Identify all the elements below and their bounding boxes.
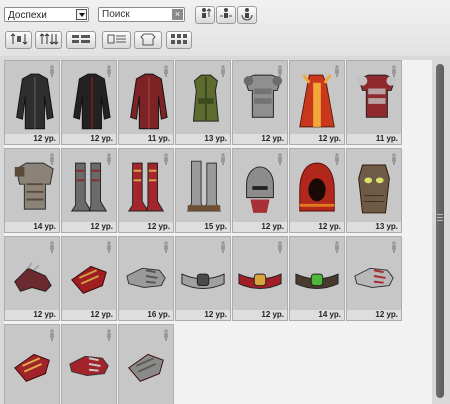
item-level: 12 ур. [5, 134, 59, 144]
item-slot[interactable]: 12 ур. [289, 60, 345, 145]
person-icon [219, 64, 227, 77]
item-slot[interactable]: 12 ур. [232, 236, 288, 321]
view-compact-button[interactable] [66, 31, 96, 49]
item-level: 12 ур. [347, 310, 401, 320]
search-input[interactable]: Поиск × [98, 7, 185, 22]
grip-icon [437, 214, 443, 222]
person-icon [105, 240, 113, 253]
view-armor-button[interactable] [134, 31, 162, 49]
search-text: Поиск [102, 9, 130, 20]
scrollbar[interactable] [436, 64, 444, 398]
item-level: 12 ур. [119, 222, 173, 232]
sort-reset-button[interactable] [237, 6, 257, 24]
sort-class-button[interactable] [216, 6, 236, 24]
item-slot[interactable]: 12 ур. [232, 148, 288, 233]
item-level: 16 ур. [119, 310, 173, 320]
figure-refresh-icon [241, 8, 253, 21]
person-icon [105, 152, 113, 165]
item-level: 12 ур. [233, 310, 287, 320]
item-level: 13 ур. [347, 222, 401, 232]
person-icon [333, 152, 341, 165]
item-slot[interactable]: 13 ур. [175, 60, 231, 145]
item-level: 12 ур. [62, 134, 116, 144]
item-slot[interactable]: 12 ур. [4, 236, 60, 321]
figure-swap-icon [220, 8, 232, 18]
item-level: 12 ур. [176, 310, 230, 320]
item-level: 12 ур. [290, 134, 344, 144]
person-icon [162, 240, 170, 253]
item-level: 11 ур. [347, 134, 401, 144]
item-level: 12 ур. [62, 222, 116, 232]
item-slot[interactable]: 12 ур. [61, 148, 117, 233]
item-level: 12 ур. [5, 310, 59, 320]
person-icon [219, 240, 227, 253]
category-select[interactable]: Доспехи [4, 7, 89, 22]
clear-search-icon[interactable]: × [172, 9, 183, 20]
scrollbar-thumb[interactable] [436, 64, 444, 398]
figure-up-icon [202, 8, 212, 18]
item-level: 14 ур. [290, 310, 344, 320]
person-icon [390, 152, 398, 165]
item-slot[interactable] [61, 324, 117, 404]
item-slot[interactable]: 12 ур. [175, 236, 231, 321]
grid-compact-icon [72, 35, 90, 43]
item-slot[interactable]: 12 ур. [346, 236, 402, 321]
item-slot[interactable] [118, 324, 174, 404]
person-icon [390, 64, 398, 77]
item-level: 12 ур. [290, 222, 344, 232]
item-slot[interactable]: 13 ур. [346, 148, 402, 233]
item-slot[interactable]: 11 ур. [346, 60, 402, 145]
item-slot[interactable]: 11 ур. [118, 60, 174, 145]
sort-name-button[interactable] [35, 31, 62, 49]
item-slot[interactable]: 12 ур. [289, 148, 345, 233]
chevron-down-icon[interactable] [76, 9, 87, 20]
view-list-button[interactable] [102, 31, 131, 49]
item-level: 12 ур. [233, 134, 287, 144]
item-level: 12 ур. [233, 222, 287, 232]
armor-icon [140, 33, 156, 46]
person-icon [48, 152, 56, 165]
item-level: 11 ур. [119, 134, 173, 144]
item-level: 13 ур. [176, 134, 230, 144]
item-slot[interactable]: 12 ур. [4, 60, 60, 145]
item-slot[interactable]: 12 ур. [61, 236, 117, 321]
person-icon [276, 240, 284, 253]
item-level: 15 ур. [176, 222, 230, 232]
item-slot[interactable]: 12 ур. [232, 60, 288, 145]
sort-price-button[interactable] [5, 31, 32, 49]
item-grid: 12 ур. 12 ур. 11 ур. 13 ур. 12 ур. 12 ур. 11 у… [4, 60, 402, 404]
item-slot[interactable]: 16 ур. [118, 236, 174, 321]
item-grid-frame: 12 ур. 12 ур. 11 ур. 13 ур. 12 ур. 12 ур. 11 у… [4, 60, 432, 404]
item-level: 12 ур. [62, 310, 116, 320]
item-level: 14 ур. [5, 222, 59, 232]
person-icon [162, 152, 170, 165]
person-icon [48, 240, 56, 253]
sort-level-button[interactable] [195, 6, 215, 24]
view-tiles-button[interactable] [166, 31, 192, 49]
person-icon [390, 240, 398, 253]
tiles-icon [171, 34, 187, 44]
person-icon [105, 328, 113, 341]
person-icon [162, 64, 170, 77]
person-icon [333, 240, 341, 253]
item-slot[interactable]: 12 ур. [118, 148, 174, 233]
person-icon [333, 64, 341, 77]
category-select-value: Доспехи [8, 10, 47, 21]
item-slot[interactable]: 14 ур. [289, 236, 345, 321]
person-icon [48, 64, 56, 77]
item-slot[interactable]: 15 ур. [175, 148, 231, 233]
person-icon [105, 64, 113, 77]
item-slot[interactable] [4, 324, 60, 404]
person-icon [276, 152, 284, 165]
list-icon [107, 34, 126, 44]
up-down-arrows-icon [10, 33, 27, 45]
item-slot[interactable]: 14 ур. [4, 148, 60, 233]
person-icon [276, 64, 284, 77]
item-slot[interactable]: 12 ур. [61, 60, 117, 145]
toolbar: Доспехи Поиск × [0, 0, 450, 56]
person-icon [162, 328, 170, 341]
up-down-double-icon [39, 33, 58, 45]
person-icon [219, 152, 227, 165]
person-icon [48, 328, 56, 341]
